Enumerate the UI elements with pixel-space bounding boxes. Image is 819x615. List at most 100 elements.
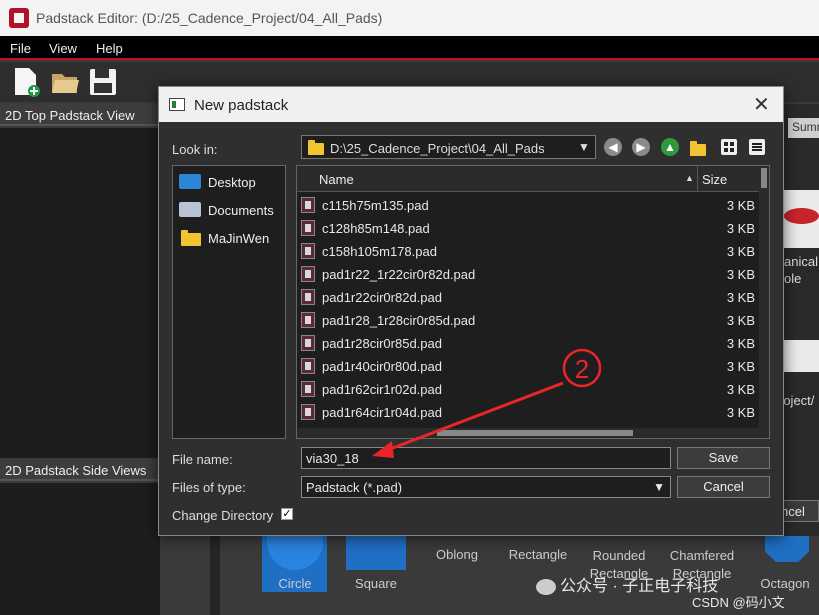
- file-row[interactable]: c158h105m178.pad 3 KB: [297, 240, 759, 263]
- desktop-icon: [179, 174, 201, 189]
- scroll-thumb[interactable]: [437, 430, 633, 436]
- file-name: pad1r62cir1r02d.pad: [322, 382, 442, 397]
- watermark-line1: 公众号 · 子正电子科技: [536, 572, 718, 596]
- top-view-panel-title: 2D Top Padstack View: [0, 104, 160, 126]
- top-view-panel: [0, 128, 160, 458]
- mechanical-label-1: anical: [784, 254, 818, 269]
- forward-arrow-icon[interactable]: ▶: [632, 138, 650, 156]
- menu-bar: File View Help: [0, 36, 819, 60]
- scroll-thumb[interactable]: [761, 168, 767, 188]
- app-title: Padstack Editor: (D:/25_Cadence_Project/…: [36, 10, 383, 26]
- file-name: pad1r22_1r22cir0r82d.pad: [322, 267, 476, 282]
- file-row[interactable]: pad1r22cir0r82d.pad 3 KB: [297, 286, 759, 309]
- octagon-shape-icon[interactable]: [765, 536, 809, 562]
- file-size: 3 KB: [726, 405, 755, 420]
- menu-view[interactable]: View: [49, 41, 77, 56]
- file-row[interactable]: pad1r64cir1r04d.pad 3 KB: [297, 401, 759, 424]
- column-header-name[interactable]: Name: [319, 172, 354, 187]
- new-file-icon[interactable]: [12, 66, 42, 98]
- documents-icon: [179, 202, 201, 217]
- file-name: pad1r22cir0r82d.pad: [322, 290, 442, 305]
- pad-file-icon: [301, 381, 315, 397]
- side-views-panel-title: 2D Padstack Side Views: [0, 459, 160, 481]
- tab-summary[interactable]: Summ: [788, 118, 819, 138]
- side-views-panel: [0, 483, 160, 615]
- menu-file[interactable]: File: [10, 41, 31, 56]
- file-name: pad1r28cir0r85d.pad: [322, 336, 442, 351]
- pad-file-icon: [301, 243, 315, 259]
- column-divider[interactable]: [697, 166, 698, 192]
- dialog-title: New padstack: [194, 97, 289, 114]
- file-size: 3 KB: [726, 198, 755, 213]
- files-of-type-value: Padstack (*.pad): [306, 480, 403, 495]
- save-button[interactable]: Save: [677, 447, 770, 469]
- pad-file-icon: [301, 266, 315, 282]
- vertical-scrollbar[interactable]: [759, 166, 769, 438]
- icon-view-icon[interactable]: [721, 139, 737, 155]
- file-row[interactable]: pad1r22_1r22cir0r82d.pad 3 KB: [297, 263, 759, 286]
- detail-view-icon[interactable]: [749, 139, 765, 155]
- file-size: 3 KB: [726, 313, 755, 328]
- file-name: pad1r64cir1r04d.pad: [322, 405, 442, 420]
- file-row[interactable]: c128h85m148.pad 3 KB: [297, 217, 759, 240]
- shape-label-rectangle[interactable]: Rectangle: [493, 547, 583, 562]
- shape-label-oblong[interactable]: Oblong: [412, 547, 502, 562]
- sidebar-item-label: Documents: [208, 203, 274, 218]
- file-name-input[interactable]: via30_18: [301, 447, 671, 469]
- sidebar-item-label: Desktop: [208, 175, 256, 190]
- sidebar-item-majinwen[interactable]: MaJinWen: [177, 227, 281, 249]
- file-size: 3 KB: [726, 382, 755, 397]
- file-name-label: File name:: [172, 452, 233, 467]
- horizontal-scrollbar[interactable]: [297, 428, 759, 438]
- change-directory-label: Change Directory: [172, 508, 274, 523]
- column-header-size[interactable]: Size: [702, 172, 727, 187]
- pad-file-icon: [301, 335, 315, 351]
- folder-icon: [181, 230, 201, 246]
- sidebar-item-desktop[interactable]: Desktop: [177, 171, 281, 193]
- open-folder-icon[interactable]: [50, 66, 80, 98]
- file-row[interactable]: pad1r40cir0r80d.pad 3 KB: [297, 355, 759, 378]
- files-of-type-select[interactable]: Padstack (*.pad) ▼: [301, 476, 671, 498]
- file-size: 3 KB: [726, 267, 755, 282]
- pad-file-icon: [301, 312, 315, 328]
- file-size: 3 KB: [726, 290, 755, 305]
- path-fragment: roject/: [779, 393, 815, 408]
- file-name: pad1r40cir0r80d.pad: [322, 359, 442, 374]
- file-row[interactable]: c115h75m135.pad 3 KB: [297, 194, 759, 217]
- shape-label-circle: Circle: [278, 576, 312, 591]
- folder-icon: [308, 140, 324, 155]
- places-sidebar: Desktop Documents MaJinWen: [172, 165, 286, 439]
- up-folder-icon[interactable]: ▲: [661, 138, 679, 156]
- file-size: 3 KB: [726, 221, 755, 236]
- new-folder-icon[interactable]: [690, 140, 708, 156]
- app-title-bar: Padstack Editor: (D:/25_Cadence_Project/…: [0, 0, 819, 36]
- file-row[interactable]: pad1r28_1r28cir0r85d.pad 3 KB: [297, 309, 759, 332]
- square-shape-icon[interactable]: [346, 536, 406, 570]
- files-of-type-label: Files of type:: [172, 480, 246, 495]
- save-icon[interactable]: [88, 66, 118, 98]
- back-arrow-icon[interactable]: ◀: [604, 138, 622, 156]
- file-list-header: Name ▲ Size: [297, 166, 769, 192]
- mechanical-hole-image: [780, 190, 819, 248]
- sidebar-item-documents[interactable]: Documents: [177, 199, 281, 221]
- splitter[interactable]: [210, 536, 220, 615]
- file-name: pad1r28_1r28cir0r85d.pad: [322, 313, 476, 328]
- file-row[interactable]: pad1r28cir0r85d.pad 3 KB: [297, 332, 759, 355]
- wechat-icon: [536, 578, 556, 595]
- pad-file-icon: [301, 358, 315, 374]
- pad-file-icon: [301, 289, 315, 305]
- menu-help[interactable]: Help: [96, 41, 123, 56]
- look-in-select[interactable]: D:\25_Cadence_Project\04_All_Pads ▼: [301, 135, 596, 159]
- cancel-button[interactable]: Cancel: [677, 476, 770, 498]
- new-padstack-dialog: New padstack ✕ Look in: D:\25_Cadence_Pr…: [158, 86, 784, 536]
- file-list: Name ▲ Size c115h75m135.pad 3 KB c128h85m1…: [296, 165, 770, 439]
- change-directory-checkbox[interactable]: ✓: [281, 508, 293, 520]
- file-row[interactable]: pad1r62cir1r02d.pad 3 KB: [297, 378, 759, 401]
- dialog-title-bar: New padstack ✕: [159, 87, 783, 122]
- new-folder-shape: [690, 141, 706, 156]
- app-logo-icon: [9, 8, 29, 28]
- look-in-value: D:\25_Cadence_Project\04_All_Pads: [330, 141, 545, 156]
- close-icon[interactable]: ✕: [753, 92, 770, 117]
- mechanical-label-2: ole: [784, 271, 802, 286]
- pad-file-icon: [301, 197, 315, 213]
